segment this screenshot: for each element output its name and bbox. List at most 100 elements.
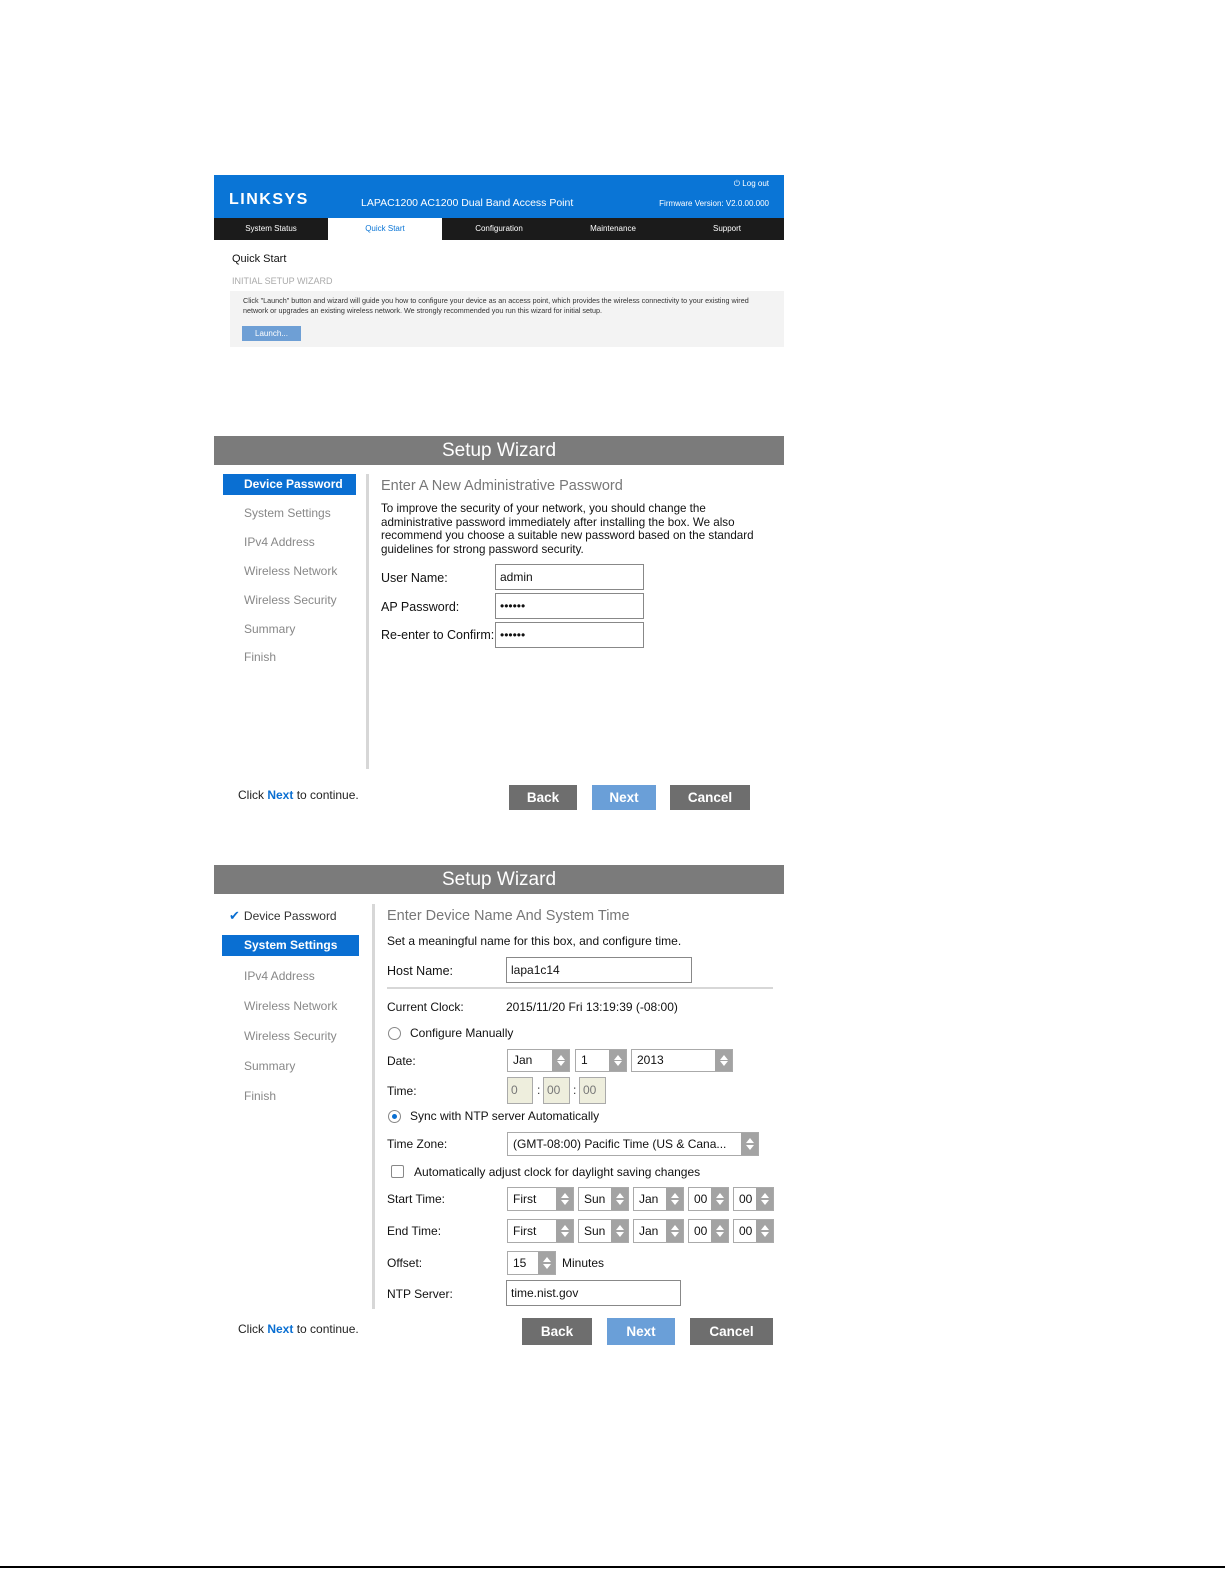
date-day-select[interactable]: 1 <box>575 1049 627 1072</box>
offset-label: Offset: <box>387 1256 423 1270</box>
ap-password-input[interactable]: •••••• <box>495 593 644 619</box>
continue-hint: Click Next to continue. <box>238 788 359 802</box>
dst-checkbox[interactable] <box>391 1165 404 1178</box>
step-summary[interactable]: Summary <box>244 622 295 636</box>
confirm-password-input[interactable]: •••••• <box>495 622 644 648</box>
configure-manually-radio[interactable] <box>388 1027 401 1040</box>
end-day-select[interactable]: Sun <box>578 1219 629 1243</box>
back-button[interactable]: Back <box>522 1318 592 1345</box>
wizard-info-box: Click "Launch" button and wizard will gu… <box>230 291 784 347</box>
current-clock-label: Current Clock: <box>387 1000 464 1014</box>
select-value: Sun <box>584 1224 606 1238</box>
time-minute-input[interactable]: 00 <box>543 1077 570 1104</box>
select-value: Jan <box>639 1224 659 1238</box>
confirm-password-label: Re-enter to Confirm: <box>381 628 495 642</box>
step-system-settings[interactable]: System Settings <box>244 506 331 520</box>
spinner-arrows-icon <box>715 1050 732 1071</box>
start-week-select[interactable]: First <box>507 1187 574 1211</box>
spinner-arrows-icon <box>741 1133 758 1155</box>
time-zone-select[interactable]: (GMT-08:00) Pacific Time (US & Cana... <box>507 1132 759 1156</box>
start-day-select[interactable]: Sun <box>578 1187 629 1211</box>
next-button[interactable]: Next <box>592 785 656 810</box>
spinner-arrows-icon <box>611 1220 628 1242</box>
spinner-arrows-icon <box>556 1220 573 1242</box>
section-title: INITIAL SETUP WIZARD <box>232 276 333 286</box>
intro-text: To improve the security of your network,… <box>381 502 754 556</box>
ntp-sync-radio[interactable] <box>388 1110 401 1123</box>
offset-select[interactable]: 15 <box>507 1251 556 1275</box>
time-second-input[interactable]: 00 <box>579 1077 606 1104</box>
spinner-arrows-icon <box>609 1050 626 1071</box>
wizard-title: Setup Wizard <box>214 436 784 465</box>
time-label: Time: <box>387 1084 417 1098</box>
current-clock-value: 2015/11/20 Fri 13:19:39 (-08:00) <box>506 1000 678 1014</box>
start-month-select[interactable]: Jan <box>633 1187 684 1211</box>
wizard-description: Click "Launch" button and wizard will gu… <box>243 296 749 315</box>
intro-text: Set a meaningful name for this box, and … <box>387 934 682 948</box>
start-minute-select[interactable]: 00 <box>733 1187 774 1211</box>
logout-link[interactable]: ⏻ Log out <box>734 179 769 189</box>
section-heading: Enter Device Name And System Time <box>387 908 630 924</box>
tab-maintenance[interactable]: Maintenance <box>556 218 670 240</box>
configure-manually-label: Configure Manually <box>410 1026 514 1040</box>
tab-configuration[interactable]: Configuration <box>442 218 556 240</box>
step-label: Device Password <box>243 909 337 923</box>
cancel-button[interactable]: Cancel <box>690 1318 773 1345</box>
ntp-server-label: NTP Server: <box>387 1287 453 1301</box>
tab-quick-start[interactable]: Quick Start <box>328 218 442 240</box>
select-value: 2013 <box>637 1053 664 1067</box>
power-icon: ⏻ <box>733 179 741 188</box>
end-week-select[interactable]: First <box>507 1219 574 1243</box>
back-button[interactable]: Back <box>509 785 577 810</box>
page-title: Quick Start <box>232 253 287 265</box>
checkmark-icon: ✔ <box>229 908 240 923</box>
step-device-password[interactable]: Device Password <box>223 474 356 495</box>
spinner-arrows-icon <box>756 1220 773 1242</box>
offset-unit: Minutes <box>562 1256 605 1270</box>
host-name-input[interactable]: lapa1c14 <box>506 957 692 983</box>
wizard-title: Setup Wizard <box>214 865 784 894</box>
host-name-label: Host Name: <box>387 964 453 978</box>
step-ipv4-address[interactable]: IPv4 Address <box>244 969 315 983</box>
linksys-logo: LINKSYS <box>229 191 309 208</box>
time-hour-input[interactable]: 0 <box>507 1077 533 1104</box>
cancel-button[interactable]: Cancel <box>670 785 750 810</box>
end-hour-select[interactable]: 00 <box>688 1219 729 1243</box>
step-ipv4-address[interactable]: IPv4 Address <box>244 535 315 549</box>
step-wireless-network[interactable]: Wireless Network <box>244 999 337 1013</box>
launch-button[interactable]: Launch... <box>242 326 301 341</box>
next-button[interactable]: Next <box>607 1318 675 1345</box>
router-header: LINKSYS LAPAC1200 AC1200 Dual Band Acces… <box>214 175 784 218</box>
spinner-arrows-icon <box>556 1188 573 1210</box>
step-system-settings[interactable]: System Settings <box>222 935 359 956</box>
date-year-select[interactable]: 2013 <box>631 1049 733 1072</box>
dst-label: Automatically adjust clock for daylight … <box>414 1165 701 1179</box>
end-minute-select[interactable]: 00 <box>733 1219 774 1243</box>
start-time-label: Start Time: <box>387 1192 446 1206</box>
spinner-arrows-icon <box>756 1188 773 1210</box>
step-finish[interactable]: Finish <box>244 650 276 664</box>
user-name-label: User Name: <box>381 571 448 585</box>
top-nav: System Status Quick Start Configuration … <box>214 218 784 240</box>
product-name: LAPAC1200 AC1200 Dual Band Access Point <box>361 197 574 209</box>
end-month-select[interactable]: Jan <box>633 1219 684 1243</box>
step-wireless-network[interactable]: Wireless Network <box>244 564 337 578</box>
divider <box>366 474 369 769</box>
step-device-password[interactable]: ✔ Device Password <box>229 908 337 924</box>
step-summary[interactable]: Summary <box>244 1059 295 1073</box>
select-value: Jan <box>639 1192 659 1206</box>
step-wireless-security[interactable]: Wireless Security <box>244 1029 337 1043</box>
step-wireless-security[interactable]: Wireless Security <box>244 593 337 607</box>
ntp-server-input[interactable]: time.nist.gov <box>506 1280 681 1306</box>
spinner-arrows-icon <box>538 1252 555 1274</box>
spinner-arrows-icon <box>611 1188 628 1210</box>
end-time-label: End Time: <box>387 1224 442 1238</box>
select-value: 00 <box>739 1224 753 1238</box>
page-bottom-rule <box>0 1566 1225 1568</box>
tab-system-status[interactable]: System Status <box>214 218 328 240</box>
user-name-input[interactable]: admin <box>495 564 644 590</box>
tab-support[interactable]: Support <box>670 218 784 240</box>
date-month-select[interactable]: Jan <box>507 1049 570 1072</box>
start-hour-select[interactable]: 00 <box>688 1187 729 1211</box>
step-finish[interactable]: Finish <box>244 1089 276 1103</box>
